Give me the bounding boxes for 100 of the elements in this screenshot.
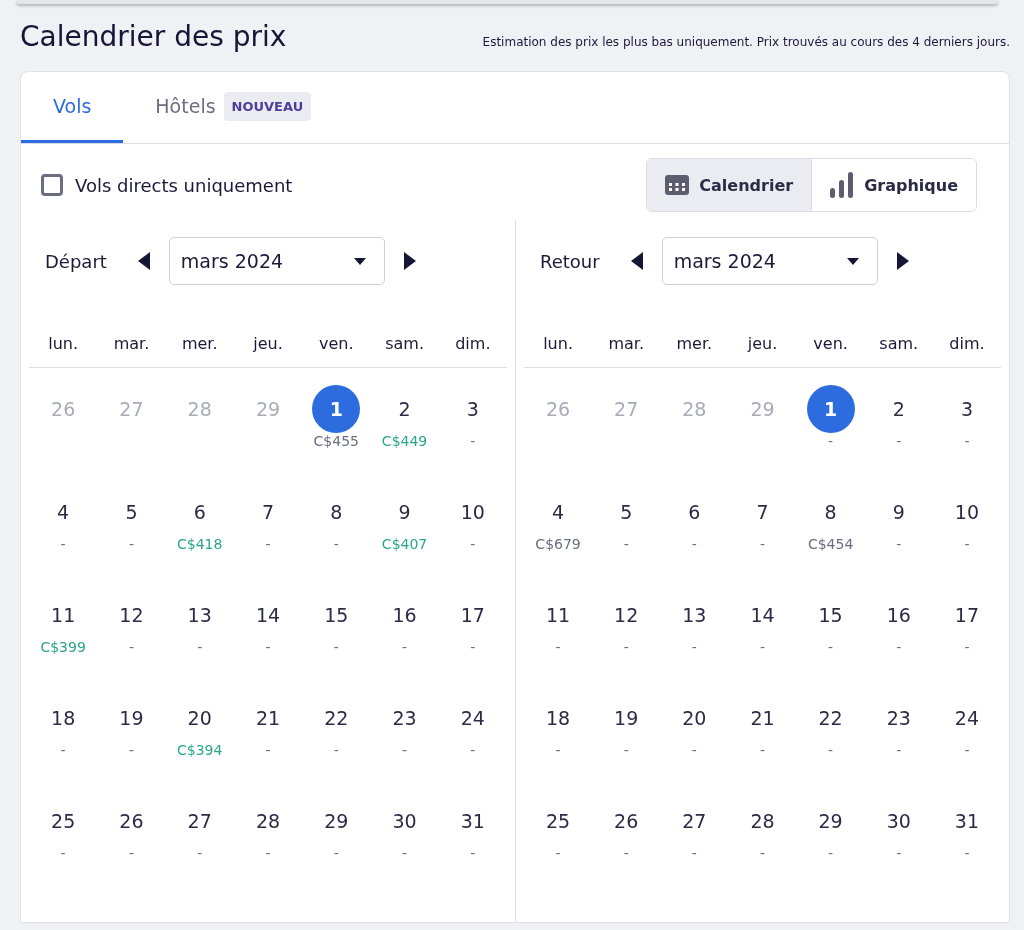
day-price: - [402, 742, 408, 758]
day-number[interactable]: 5 [602, 488, 651, 536]
day-number[interactable]: 27 [670, 797, 719, 845]
day-number[interactable]: 4 [39, 488, 88, 536]
day-number[interactable]: 27 [175, 797, 224, 845]
day-number[interactable]: 11 [534, 591, 583, 639]
day-number[interactable]: 20 [670, 694, 719, 742]
day-price: - [759, 845, 765, 861]
day-number[interactable]: 22 [806, 694, 855, 742]
day-number[interactable]: 7 [738, 488, 787, 536]
day-number[interactable]: 9 [380, 488, 429, 536]
day-number[interactable]: 13 [175, 591, 224, 639]
day-number[interactable]: 24 [942, 694, 991, 742]
day-number[interactable]: 14 [244, 591, 292, 639]
day-price: C$455 [313, 433, 359, 449]
day-number[interactable]: 18 [534, 694, 583, 742]
day-number[interactable]: 31 [448, 797, 497, 845]
day-price: - [691, 639, 697, 655]
day-number[interactable]: 6 [175, 488, 224, 536]
day-number[interactable]: 29 [806, 797, 855, 845]
day-number[interactable]: 30 [874, 797, 923, 845]
caret-icon [353, 257, 366, 265]
day-price: - [128, 536, 134, 552]
weekday-label: ven. [812, 334, 849, 353]
day-price: - [623, 742, 629, 758]
day-number[interactable]: 28 [244, 797, 292, 845]
day-price: - [896, 433, 902, 449]
previous-month-icon[interactable] [136, 251, 151, 271]
day-number[interactable]: 4 [534, 488, 583, 536]
calendar-icon [665, 175, 690, 195]
day-number[interactable]: 30 [380, 797, 429, 845]
day-number[interactable]: 10 [448, 488, 497, 536]
day-number[interactable]: 26 [107, 797, 156, 845]
day-number[interactable]: 8 [806, 488, 855, 536]
view-button[interactable]: Calendrier [647, 159, 812, 211]
day-number[interactable]: 23 [874, 694, 923, 742]
day-number[interactable]: 24 [448, 694, 497, 742]
checkbox[interactable] [41, 174, 63, 196]
day-number[interactable]: 29 [312, 797, 361, 845]
day-price: - [691, 845, 697, 861]
day-number[interactable]: 28 [738, 797, 787, 845]
day-price: - [964, 845, 970, 861]
day-number[interactable]: 10 [942, 488, 991, 536]
day-number[interactable]: 11 [39, 591, 88, 639]
previous-month-icon[interactable] [629, 251, 644, 271]
day-number[interactable]: 25 [39, 797, 88, 845]
day-number[interactable]: 13 [670, 591, 719, 639]
day-price: - [470, 845, 476, 861]
day-number[interactable]: 18 [39, 694, 88, 742]
day-number[interactable]: 17 [942, 591, 991, 639]
day-price: C$394 [177, 742, 223, 758]
day-number[interactable]: 16 [380, 591, 429, 639]
month-dropdown[interactable]: mars 2024 [661, 237, 878, 285]
day-number[interactable]: 26 [602, 797, 651, 845]
day-number[interactable]: 15 [806, 591, 855, 639]
day-number[interactable]: 25 [534, 797, 583, 845]
day-number[interactable]: 12 [107, 591, 156, 639]
day-price: - [265, 845, 271, 861]
weekday-label: lun. [47, 334, 80, 353]
day-number[interactable]: 14 [738, 591, 787, 639]
day-price: - [964, 433, 970, 449]
day-number[interactable]: 31 [942, 797, 991, 845]
day-number[interactable]: 9 [874, 488, 923, 536]
next-month-icon[interactable] [895, 251, 910, 271]
day-number[interactable]: 15 [312, 591, 361, 639]
day-price: - [759, 536, 765, 552]
day-number[interactable]: 19 [107, 694, 156, 742]
next-month-icon[interactable] [402, 251, 417, 271]
day-number[interactable]: 3 [942, 385, 991, 433]
day-price: - [964, 639, 970, 655]
day-number[interactable]: 2 [874, 385, 923, 433]
day-number[interactable]: 21 [738, 694, 787, 742]
day-price: - [60, 742, 66, 758]
day-number[interactable]: 6 [670, 488, 719, 536]
day-number[interactable]: 1 [312, 385, 361, 433]
caret-icon [846, 257, 859, 265]
day-number[interactable]: 12 [602, 591, 651, 639]
day-number[interactable]: 22 [312, 694, 361, 742]
day-price: - [128, 742, 134, 758]
view-button[interactable]: Graphique [811, 159, 976, 211]
day-price: - [896, 639, 902, 655]
tab[interactable]: Hôtels NOUVEAU [123, 72, 344, 143]
day-number[interactable]: 5 [107, 488, 156, 536]
day-price: C$418 [177, 536, 223, 552]
day-number[interactable]: 2 [380, 385, 429, 433]
month-dropdown[interactable]: mars 2024 [168, 237, 385, 285]
day-number[interactable]: 1 [806, 385, 855, 433]
price-note: Estimation des prix les plus bas uniquement. Prix trouvés au cours des 4 derniers jours. [482, 35, 1010, 49]
day-number[interactable]: 19 [602, 694, 651, 742]
day-number[interactable]: 16 [874, 591, 923, 639]
tab[interactable]: Vols [21, 72, 124, 143]
day-number[interactable]: 8 [312, 488, 361, 536]
day-number[interactable]: 7 [244, 488, 292, 536]
day-price: - [333, 639, 339, 655]
day-number[interactable]: 3 [448, 385, 497, 433]
day-number[interactable]: 20 [175, 694, 224, 742]
day-number[interactable]: 23 [380, 694, 429, 742]
day-number[interactable]: 17 [448, 591, 497, 639]
weekday-label: mar. [607, 334, 645, 353]
day-number[interactable]: 21 [244, 694, 292, 742]
